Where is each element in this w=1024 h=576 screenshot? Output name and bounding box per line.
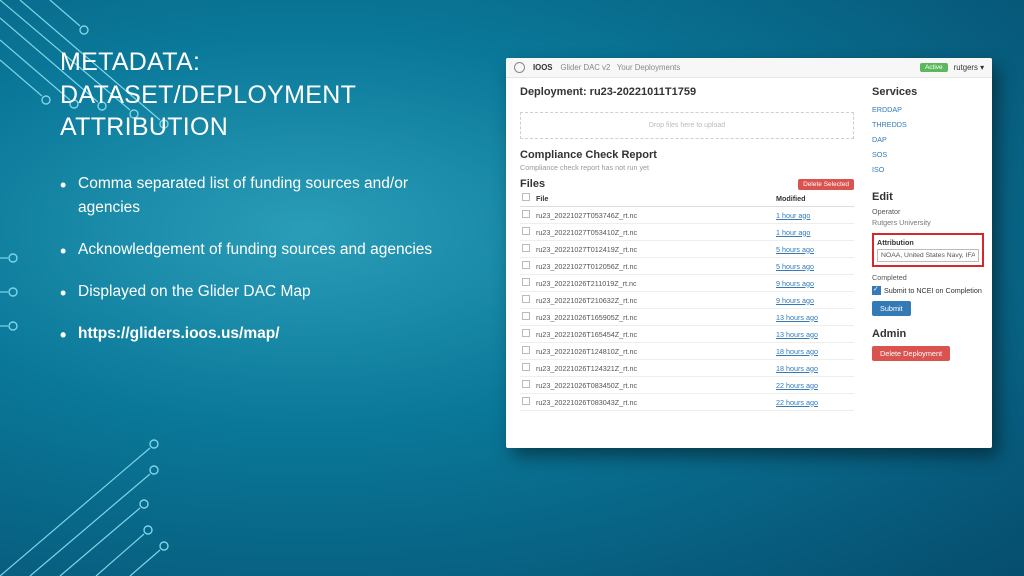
table-row: ru23_20221027T012056Z_rt.nc5 hours ago xyxy=(520,258,854,275)
slide-title: METADATA: DATASET/DEPLOYMENT ATTRIBUTION xyxy=(60,46,440,144)
delete-deployment-button[interactable]: Delete Deployment xyxy=(872,346,950,361)
bullet-list: Comma separated list of funding sources … xyxy=(60,172,440,346)
row-checkbox[interactable] xyxy=(522,397,530,405)
table-row: ru23_20221027T053746Z_rt.nc1 hour ago xyxy=(520,207,854,224)
file-name: ru23_20221026T211019Z_rt.nc xyxy=(534,275,774,292)
file-modified[interactable]: 22 hours ago xyxy=(774,377,854,394)
file-name: ru23_20221027T053746Z_rt.nc xyxy=(534,207,774,224)
status-badge: Active xyxy=(920,63,948,72)
bullet-item: Comma separated list of funding sources … xyxy=(60,172,440,220)
services-heading: Services xyxy=(872,86,984,98)
row-checkbox[interactable] xyxy=(522,363,530,371)
file-name: ru23_20221026T083043Z_rt.nc xyxy=(534,394,774,411)
table-row: ru23_20221027T053410Z_rt.nc1 hour ago xyxy=(520,224,854,241)
compliance-heading: Compliance Check Report xyxy=(520,149,854,161)
user-menu[interactable]: rutgers ▾ xyxy=(954,63,984,72)
bullet-item: Acknowledgement of funding sources and a… xyxy=(60,238,440,262)
file-name: ru23_20221027T012056Z_rt.nc xyxy=(534,258,774,275)
ioos-logo-icon xyxy=(514,62,525,73)
row-checkbox[interactable] xyxy=(522,295,530,303)
upload-dropzone[interactable]: Drop files here to upload xyxy=(520,112,854,139)
table-row: ru23_20221026T083450Z_rt.nc22 hours ago xyxy=(520,377,854,394)
operator-value: Rutgers University xyxy=(872,218,984,227)
admin-heading: Admin xyxy=(872,328,984,340)
row-checkbox[interactable] xyxy=(522,244,530,252)
row-checkbox[interactable] xyxy=(522,380,530,388)
file-modified[interactable]: 5 hours ago xyxy=(774,241,854,258)
table-row: ru23_20221026T211019Z_rt.nc9 hours ago xyxy=(520,275,854,292)
files-heading: Files xyxy=(520,178,545,190)
files-table: File Modified ru23_20221027T053746Z_rt.n… xyxy=(520,190,854,411)
row-checkbox[interactable] xyxy=(522,227,530,235)
file-name: ru23_20221026T210632Z_rt.nc xyxy=(534,292,774,309)
col-file: File xyxy=(534,190,774,207)
file-modified[interactable]: 1 hour ago xyxy=(774,207,854,224)
services-list: ERDDAPTHREDDSDAPSOSISO xyxy=(872,102,984,177)
attribution-input[interactable] xyxy=(877,249,979,262)
service-link[interactable]: SOS xyxy=(872,147,984,162)
row-checkbox[interactable] xyxy=(522,329,530,337)
file-name: ru23_20221026T124321Z_rt.nc xyxy=(534,360,774,377)
table-row: ru23_20221026T083043Z_rt.nc22 hours ago xyxy=(520,394,854,411)
file-modified[interactable]: 9 hours ago xyxy=(774,275,854,292)
checkbox-icon[interactable] xyxy=(872,286,881,295)
checkbox-all[interactable] xyxy=(522,193,530,201)
service-link[interactable]: DAP xyxy=(872,132,984,147)
file-name: ru23_20221026T083450Z_rt.nc xyxy=(534,377,774,394)
file-modified[interactable]: 1 hour ago xyxy=(774,224,854,241)
nav-deployments[interactable]: Your Deployments xyxy=(617,63,680,72)
table-row: ru23_20221026T124810Z_rt.nc18 hours ago xyxy=(520,343,854,360)
file-name: ru23_20221026T124810Z_rt.nc xyxy=(534,343,774,360)
table-row: ru23_20221026T210632Z_rt.nc9 hours ago xyxy=(520,292,854,309)
file-modified[interactable]: 22 hours ago xyxy=(774,394,854,411)
compliance-sub: Compliance check report has not run yet xyxy=(520,163,854,172)
delete-selected-button[interactable]: Delete Selected xyxy=(798,179,854,190)
file-modified[interactable]: 18 hours ago xyxy=(774,343,854,360)
completed-label: Completed xyxy=(872,273,984,282)
file-modified[interactable]: 9 hours ago xyxy=(774,292,854,309)
attribution-label: Attribution xyxy=(877,238,979,247)
service-link[interactable]: ISO xyxy=(872,162,984,177)
submit-ncei-row[interactable]: Submit to NCEI on Completion xyxy=(872,286,984,295)
file-name: ru23_20221027T012419Z_rt.nc xyxy=(534,241,774,258)
screenshot-panel: IOOS Glider DAC v2 Your Deployments Acti… xyxy=(506,58,992,448)
row-checkbox[interactable] xyxy=(522,278,530,286)
table-row: ru23_20221026T165454Z_rt.nc13 hours ago xyxy=(520,326,854,343)
service-link[interactable]: THREDDS xyxy=(872,117,984,132)
bullet-item: Displayed on the Glider DAC Map xyxy=(60,280,440,304)
file-modified[interactable]: 18 hours ago xyxy=(774,360,854,377)
table-row: ru23_20221027T012419Z_rt.nc5 hours ago xyxy=(520,241,854,258)
table-row: ru23_20221026T124321Z_rt.nc18 hours ago xyxy=(520,360,854,377)
file-modified[interactable]: 13 hours ago xyxy=(774,309,854,326)
file-modified[interactable]: 5 hours ago xyxy=(774,258,854,275)
breadcrumb: Glider DAC v2 Your Deployments xyxy=(561,63,681,72)
edit-heading: Edit xyxy=(872,191,984,203)
file-name: ru23_20221026T165905Z_rt.nc xyxy=(534,309,774,326)
bullet-item: https://gliders.ioos.us/map/ xyxy=(60,322,440,346)
file-modified[interactable]: 13 hours ago xyxy=(774,326,854,343)
table-row: ru23_20221026T165905Z_rt.nc13 hours ago xyxy=(520,309,854,326)
brand: IOOS xyxy=(533,63,553,72)
operator-label: Operator xyxy=(872,207,984,216)
col-modified: Modified xyxy=(774,190,854,207)
attribution-highlight: Attribution xyxy=(872,233,984,267)
app-topbar: IOOS Glider DAC v2 Your Deployments Acti… xyxy=(506,58,992,78)
files-tbody: ru23_20221027T053746Z_rt.nc1 hour agoru2… xyxy=(520,207,854,411)
file-name: ru23_20221026T165454Z_rt.nc xyxy=(534,326,774,343)
row-checkbox[interactable] xyxy=(522,261,530,269)
row-checkbox[interactable] xyxy=(522,210,530,218)
file-name: ru23_20221027T053410Z_rt.nc xyxy=(534,224,774,241)
service-link[interactable]: ERDDAP xyxy=(872,102,984,117)
row-checkbox[interactable] xyxy=(522,312,530,320)
submit-button[interactable]: Submit xyxy=(872,301,911,316)
deployment-title: Deployment: ru23-20221011T1759 xyxy=(520,86,854,98)
row-checkbox[interactable] xyxy=(522,346,530,354)
